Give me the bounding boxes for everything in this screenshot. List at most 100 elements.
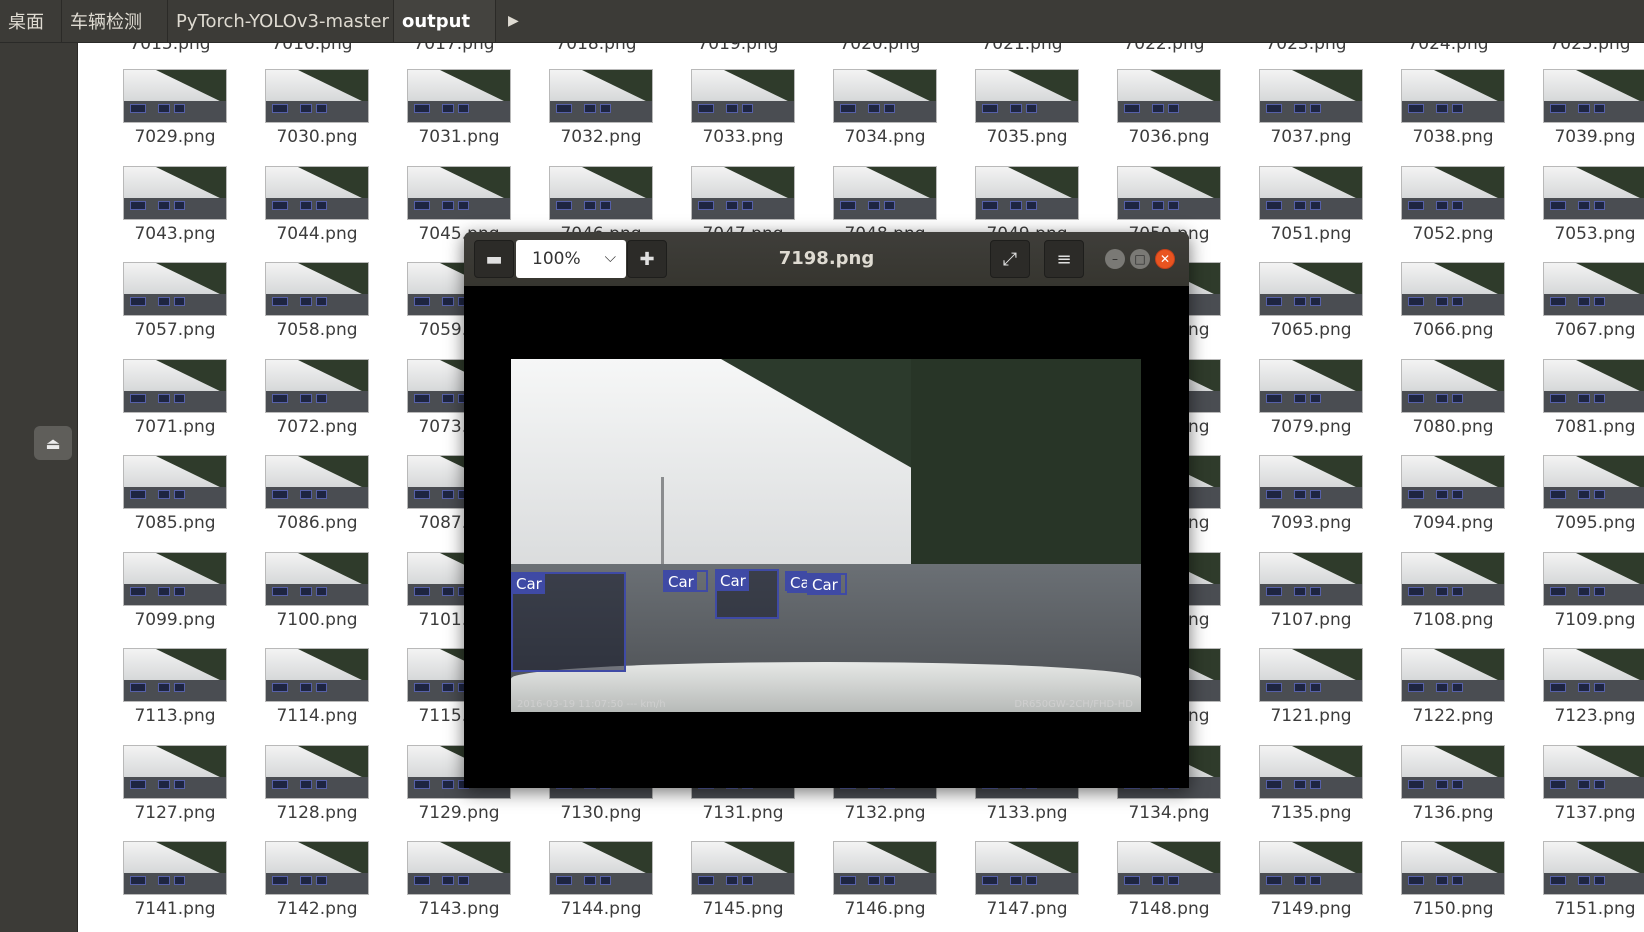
file-thumbnail (1543, 358, 1644, 413)
file-item[interactable]: 7037.png (1234, 69, 1374, 165)
file-item[interactable]: 7142.png (240, 841, 380, 932)
file-item[interactable]: 7058.png (240, 262, 380, 358)
file-label: 7122.png (1412, 706, 1494, 726)
zoom-out-button[interactable]: ▬ (474, 240, 514, 278)
file-label: 7052.png (1412, 223, 1494, 244)
file-label: 7065.png (1270, 320, 1352, 340)
file-item[interactable]: 7095.png (1518, 455, 1644, 551)
file-item[interactable]: 7030.png (240, 69, 380, 165)
file-item[interactable]: 7148.png (1092, 841, 1232, 932)
file-item[interactable]: 7107.png (1234, 551, 1374, 648)
file-item[interactable]: 7114.png (240, 648, 380, 744)
breadcrumb-desktop[interactable]: 桌面 (0, 0, 62, 42)
file-item[interactable]: 7038.png (1376, 69, 1516, 165)
file-item[interactable]: 7150.png (1376, 841, 1516, 932)
file-label: 7023.png (1265, 43, 1347, 54)
file-item[interactable]: 7043.png (98, 165, 238, 262)
file-item[interactable]: 7143.png (382, 841, 522, 932)
file-item[interactable]: 7066.png (1376, 262, 1516, 358)
file-item[interactable]: 7067.png (1518, 262, 1644, 358)
file-item[interactable]: 7044.png (240, 165, 380, 262)
file-item[interactable]: 7053.png (1518, 165, 1644, 262)
file-label: 7086.png (276, 513, 358, 533)
file-item[interactable]: 7094.png (1376, 455, 1516, 551)
file-label: 7022.png (1123, 43, 1205, 54)
file-item[interactable]: 7122.png (1376, 648, 1516, 744)
file-item[interactable]: 7034.png (808, 69, 948, 165)
file-item[interactable]: 7065.png (1234, 262, 1374, 358)
file-thumbnail (123, 165, 227, 220)
minus-icon: ▬ (485, 248, 503, 270)
image-device-overlay: DR650GW-2CH/FHD-HD (1014, 699, 1133, 710)
file-item[interactable]: 7072.png (240, 358, 380, 455)
file-item[interactable]: 7031.png (382, 69, 522, 165)
file-item[interactable]: 7032.png (524, 69, 664, 165)
file-item[interactable]: 7136.png (1376, 744, 1516, 841)
file-item[interactable]: 7081.png (1518, 358, 1644, 455)
file-item[interactable]: 7029.png (98, 69, 238, 165)
zoom-in-button[interactable]: ✚ (627, 240, 667, 278)
file-label: 7025.png (1549, 43, 1631, 54)
file-item[interactable]: 7141.png (98, 841, 238, 932)
file-item[interactable]: 7079.png (1234, 358, 1374, 455)
eject-icon[interactable]: ⏏ (34, 426, 72, 460)
file-item[interactable]: 7123.png (1518, 648, 1644, 744)
file-label: 7030.png (276, 127, 358, 147)
file-item[interactable]: 7071.png (98, 358, 238, 455)
file-thumbnail (1401, 165, 1505, 220)
file-label: 7080.png (1412, 416, 1494, 437)
file-thumbnail (123, 69, 227, 123)
file-item[interactable]: 7036.png (1092, 69, 1232, 165)
file-item[interactable]: 7144.png (524, 841, 664, 932)
file-label: 7051.png (1270, 223, 1352, 244)
file-item[interactable]: 7113.png (98, 648, 238, 744)
file-item[interactable]: 7093.png (1234, 455, 1374, 551)
file-label: 7043.png (134, 223, 216, 244)
zoom-level-dropdown[interactable]: 100% ⌵ (516, 240, 626, 278)
minimize-button[interactable]: – (1105, 249, 1125, 269)
file-thumbnail (1401, 69, 1505, 123)
breadcrumb-output[interactable]: output (394, 0, 496, 42)
file-item[interactable]: 7057.png (98, 262, 238, 358)
file-item[interactable]: 7086.png (240, 455, 380, 551)
file-item[interactable]: 7121.png (1234, 648, 1374, 744)
file-label: 7142.png (276, 899, 358, 919)
file-item[interactable]: 7109.png (1518, 551, 1644, 648)
chevron-right-icon[interactable]: ▶ (496, 0, 531, 42)
file-item[interactable]: 7052.png (1376, 165, 1516, 262)
file-item[interactable]: 7085.png (98, 455, 238, 551)
file-item[interactable]: 7033.png (666, 69, 806, 165)
detection-label: Car (809, 575, 841, 595)
fullscreen-button[interactable]: ⤢ (990, 240, 1030, 278)
file-item[interactable]: 7145.png (666, 841, 806, 932)
file-item[interactable]: 7151.png (1518, 841, 1644, 932)
file-item[interactable]: 7108.png (1376, 551, 1516, 648)
file-item[interactable]: 7135.png (1234, 744, 1374, 841)
file-item[interactable]: 7039.png (1518, 69, 1644, 165)
file-item[interactable]: 7137.png (1518, 744, 1644, 841)
breadcrumb-pytorch-yolov3[interactable]: PyTorch-YOLOv3-master (168, 0, 394, 42)
file-label: 7029.png (134, 127, 216, 147)
file-item[interactable]: 7099.png (98, 551, 238, 648)
file-item[interactable]: 7146.png (808, 841, 948, 932)
maximize-button[interactable]: □ (1130, 249, 1150, 269)
file-thumbnail (123, 358, 227, 413)
file-thumbnail (1543, 841, 1644, 895)
file-item[interactable]: 7051.png (1234, 165, 1374, 262)
file-item[interactable]: 7080.png (1376, 358, 1516, 455)
file-item[interactable]: 7128.png (240, 744, 380, 841)
file-item[interactable]: 7100.png (240, 551, 380, 648)
file-thumbnail (975, 165, 1079, 220)
file-label: 7037.png (1270, 127, 1352, 147)
file-item[interactable]: 7147.png (950, 841, 1090, 932)
file-label: 7036.png (1128, 127, 1210, 147)
file-item[interactable]: 7149.png (1234, 841, 1374, 932)
file-item[interactable]: 7127.png (98, 744, 238, 841)
file-item[interactable]: 7035.png (950, 69, 1090, 165)
fullscreen-icon: ⤢ (1002, 248, 1018, 270)
menu-button[interactable]: ≡ (1044, 240, 1084, 278)
file-thumbnail (123, 744, 227, 799)
close-button[interactable]: ✕ (1155, 249, 1175, 269)
breadcrumb-vehicle-detection[interactable]: 车辆检测 (62, 0, 168, 42)
file-thumbnail (1259, 165, 1363, 220)
